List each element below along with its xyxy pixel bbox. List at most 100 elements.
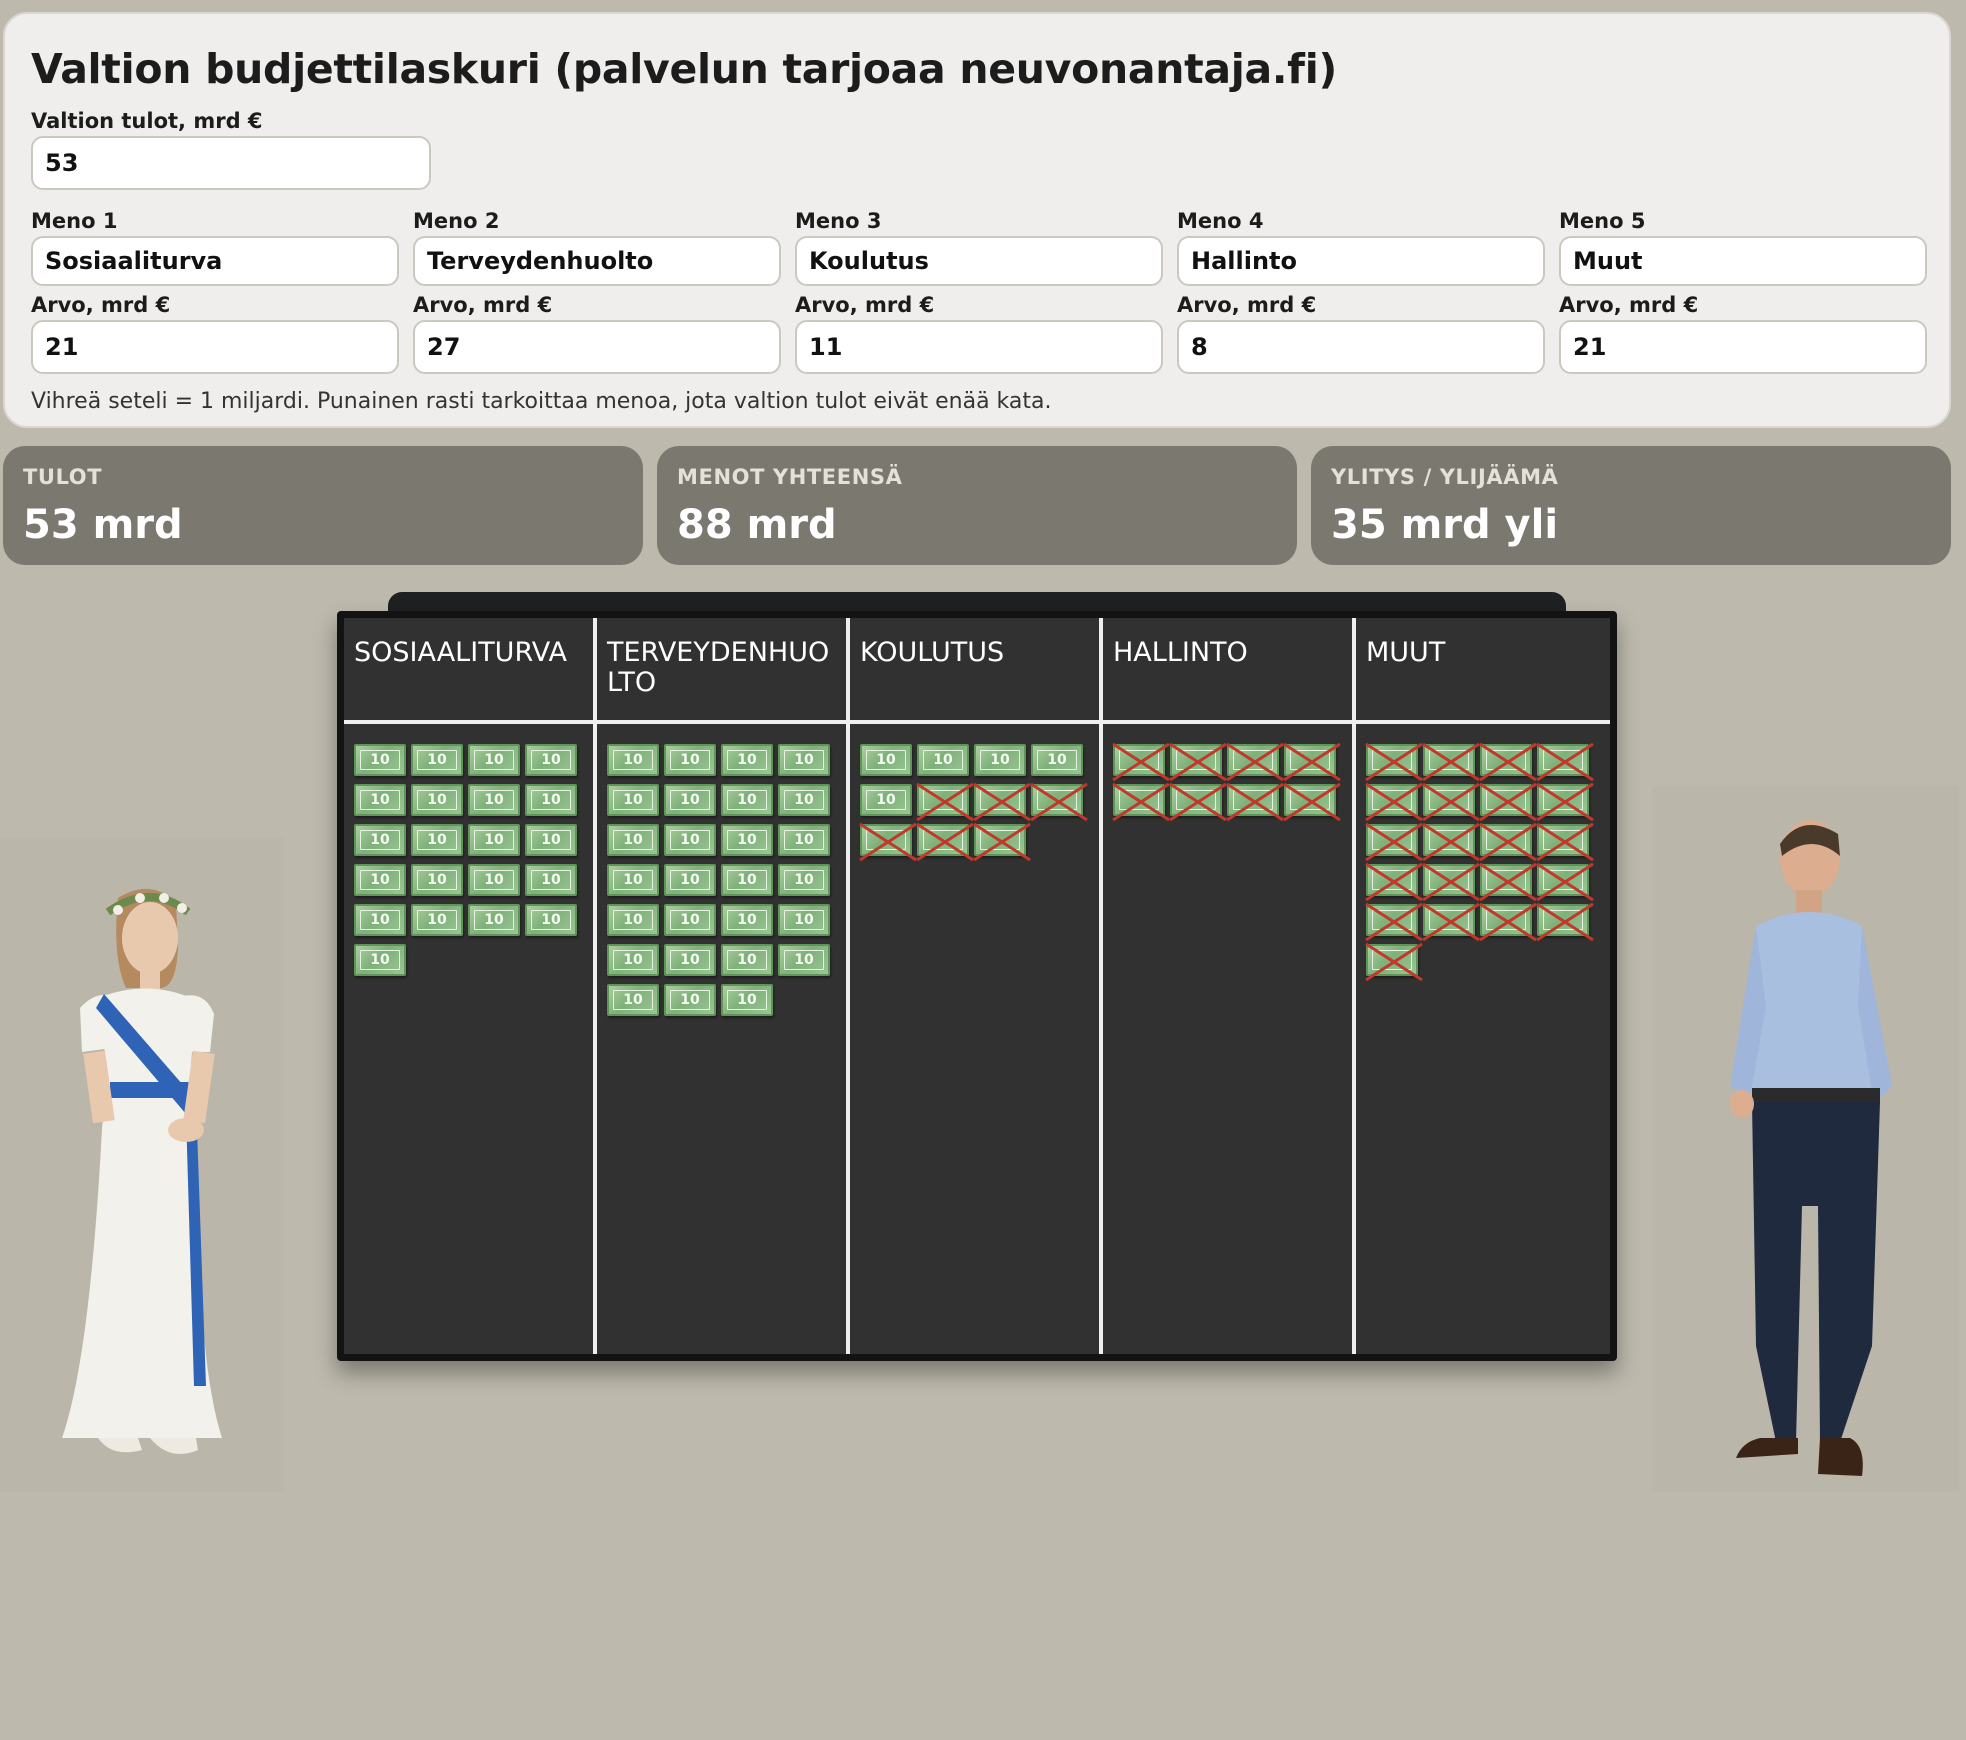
uncovered-bill: 10 [1226,782,1284,822]
uncovered-bill: 10 [1479,782,1537,822]
bill-denomination: 10 [737,832,757,848]
banknote-bill: 10 [721,864,773,896]
red-cross-icon [1226,742,1284,782]
board-column-5: MUUT 10101010101010101010101010101010101… [1356,618,1610,1354]
bill-stack: 1010101010101010101010101010101010101010… [597,724,841,1024]
banknote-bill: 10 [607,904,659,936]
banknote-bill: 10 [525,744,577,776]
bill-denomination: 10 [427,832,447,848]
bill-denomination: 10 [370,792,390,808]
bill-denomination: 10 [680,952,700,968]
income-label: Valtion tulot, mrd € [31,109,263,133]
uncovered-bill: 10 [916,782,974,822]
balance-stat-card: YLITYS / YLIJÄÄMÄ 35 mrd yli [1311,446,1951,565]
income-input[interactable] [31,136,431,190]
expense-5-name-input[interactable] [1559,236,1927,286]
banknote-bill: 10 [664,904,716,936]
banknote-bill: 10 [778,904,830,936]
bill-denomination: 10 [427,792,447,808]
board-column-3: KOULUTUS 1010101010101010101010 [850,618,1103,1354]
red-cross-icon [1422,902,1480,942]
banknote-bill: 10 [664,784,716,816]
expense-3: Meno 3 Arvo, mrd € [795,208,1163,374]
expense-4-name-input[interactable] [1177,236,1545,286]
uncovered-bill: 10 [1365,822,1423,862]
budget-board: SOSIAALITURVA 10 10 10 10 10 10 10 10 10 10 10 10 10… [337,611,1617,1361]
red-cross-icon [1112,742,1170,782]
person-standing-icon [0,838,284,1492]
uncovered-bill: 10 [1422,862,1480,902]
balance-stat-label: YLITYS / YLIJÄÄMÄ [1331,465,1559,489]
expense-3-name-input[interactable] [795,236,1163,286]
bill-denomination: 10 [990,752,1010,768]
banknote-bill: 10 [525,824,577,856]
expense-1-name-input[interactable] [31,236,399,286]
bill-denomination: 10 [737,872,757,888]
expense-1: Meno 1 Arvo, mrd € [31,208,399,374]
expense-2-value-input[interactable] [413,320,781,374]
banknote-bill: 10 [354,904,406,936]
red-cross-icon [1365,742,1423,782]
red-cross-icon [1283,742,1341,782]
red-cross-icon [1479,862,1537,902]
red-cross-icon [1536,782,1594,822]
expenses-stat-card: MENOT YHTEENSÄ 88 mrd [657,446,1297,565]
expense-1-value-input[interactable] [31,320,399,374]
red-cross-icon [1365,782,1423,822]
red-cross-icon [1169,782,1227,822]
uncovered-bill: 10 [1112,742,1170,782]
expense-grid: Meno 1 Arvo, mrd € Meno 2 Arvo, mrd € Me… [31,208,1927,374]
bill-denomination: 10 [794,832,814,848]
expense-4-value-label: Arvo, mrd € [1177,293,1317,317]
banknote-bill: 10 [721,784,773,816]
banknote-bill: 10 [917,744,969,776]
bill-denomination: 10 [427,752,447,768]
bill-denomination: 10 [484,832,504,848]
bill-stack: 1010101010101010101010 [850,724,1094,864]
bill-denomination: 10 [484,752,504,768]
expense-3-value-label: Arvo, mrd € [795,293,935,317]
bill-denomination: 10 [794,952,814,968]
banknote-bill: 10 [411,864,463,896]
expense-5: Meno 5 Arvo, mrd € [1559,208,1927,374]
expenses-stat-label: MENOT YHTEENSÄ [677,465,903,489]
banknote-bill: 10 [607,864,659,896]
red-cross-icon [1226,782,1284,822]
expense-3-value-input[interactable] [795,320,1163,374]
expense-5-value-input[interactable] [1559,320,1927,374]
uncovered-bill: 10 [1365,942,1423,982]
bill-denomination: 10 [680,792,700,808]
uncovered-bill: 10 [1365,862,1423,902]
bill-denomination: 10 [541,752,561,768]
expense-4-value-input[interactable] [1177,320,1545,374]
uncovered-bill: 10 [1536,782,1594,822]
banknote-bill: 10 [411,904,463,936]
red-cross-icon [1536,742,1594,782]
bill-denomination: 10 [541,792,561,808]
banknote-bill: 10 [664,824,716,856]
balance-stat-value: 35 mrd yli [1331,502,1559,548]
uncovered-bill: 10 [1365,782,1423,822]
red-cross-icon [1112,782,1170,822]
uncovered-bill: 10 [1169,742,1227,782]
bill-stack: 1010101010101010101010101010101010101010… [1356,724,1600,984]
uncovered-bill: 10 [973,822,1031,862]
uncovered-bill: 10 [1536,902,1594,942]
bill-denomination: 10 [623,872,643,888]
uncovered-bill: 10 [916,822,974,862]
bill-denomination: 10 [680,912,700,928]
bill-denomination: 10 [680,832,700,848]
uncovered-bill: 10 [973,782,1031,822]
board-column-4: HALLINTO 1010101010101010 [1103,618,1356,1354]
bill-denomination: 10 [370,752,390,768]
banknote-bill: 10 [778,944,830,976]
expense-2-name-input[interactable] [413,236,781,286]
bill-denomination: 10 [370,832,390,848]
banknote-bill: 10 [974,744,1026,776]
red-cross-icon [1030,782,1088,822]
bill-denomination: 10 [794,912,814,928]
expense-2-value-label: Arvo, mrd € [413,293,553,317]
red-cross-icon [1365,942,1423,982]
banknote-bill: 10 [354,744,406,776]
expense-3-name-label: Meno 3 [795,209,882,233]
